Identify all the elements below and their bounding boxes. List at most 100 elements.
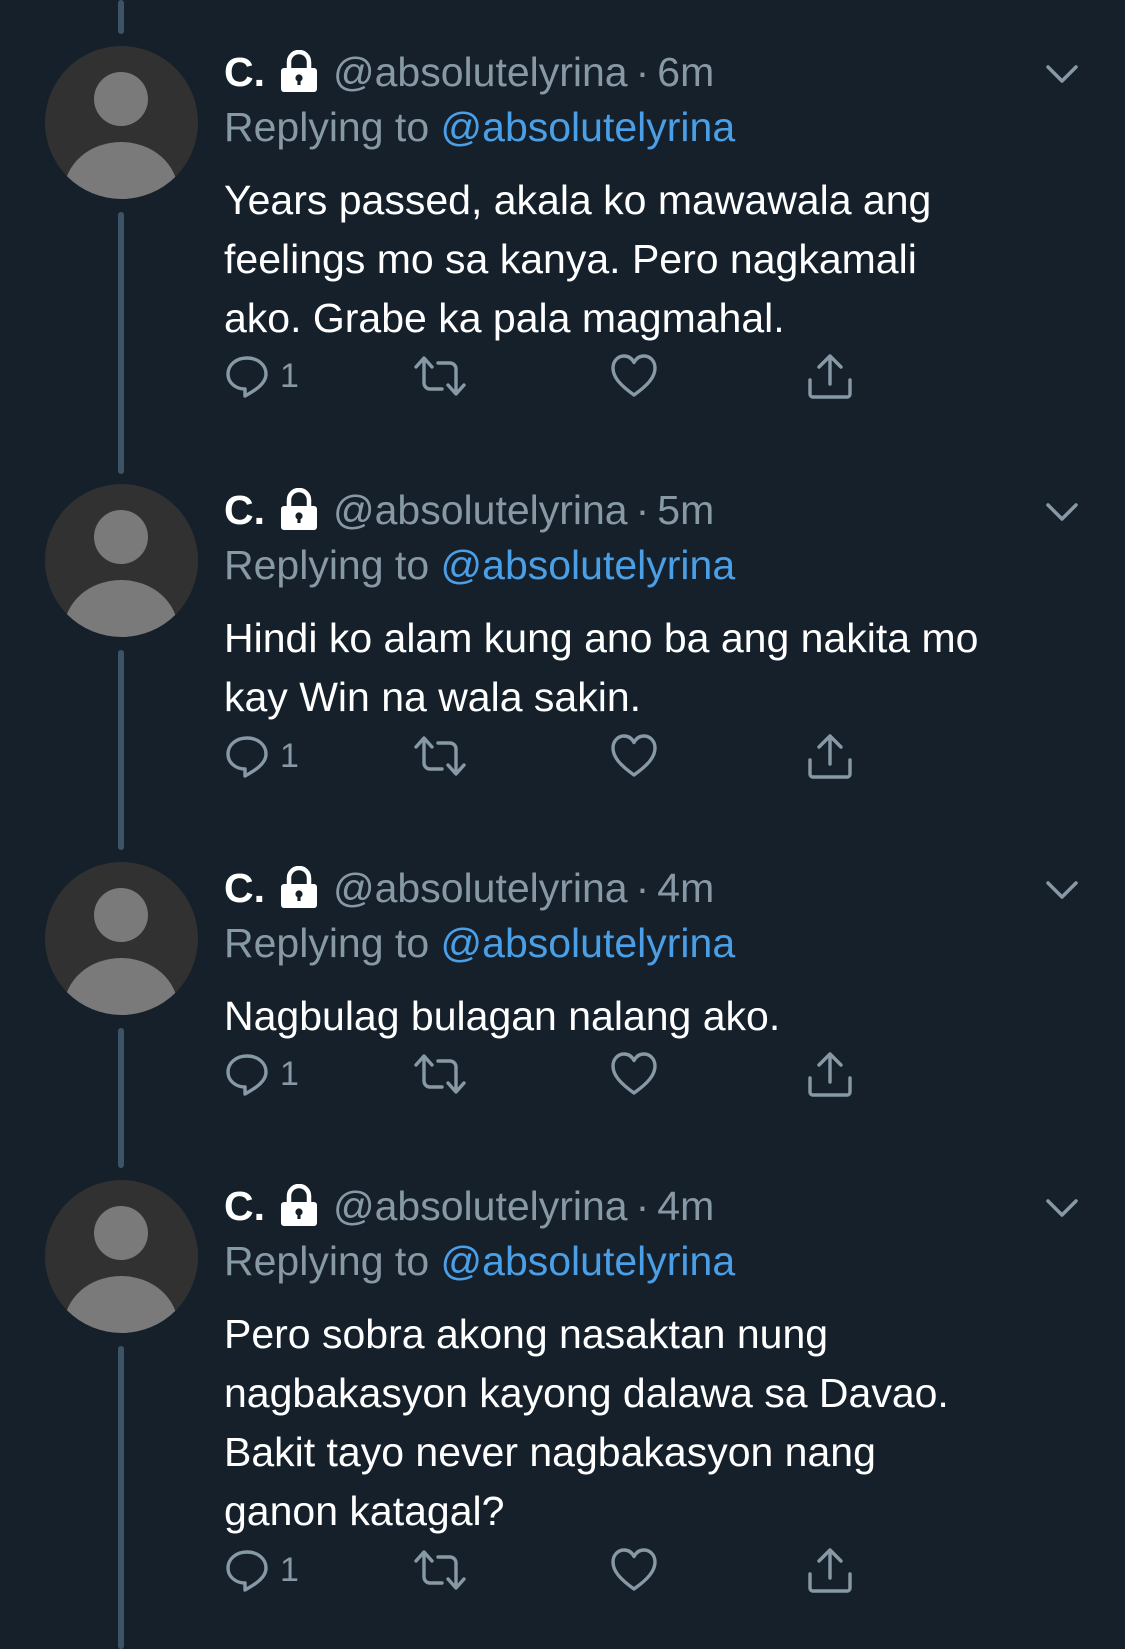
like-button[interactable]	[610, 346, 658, 406]
like-button[interactable]	[610, 1540, 658, 1600]
separator-dot: ·	[635, 1182, 650, 1229]
display-name[interactable]: C.	[224, 487, 265, 534]
replying-to-label: Replying to	[224, 1238, 441, 1284]
avatar[interactable]	[45, 1180, 198, 1333]
retweet-icon	[414, 736, 466, 776]
display-name[interactable]: C.	[224, 49, 265, 96]
display-name[interactable]: C.	[224, 1183, 265, 1230]
avatar-placeholder-body	[64, 580, 178, 637]
lock-icon	[279, 865, 319, 910]
share-button[interactable]	[806, 1044, 854, 1104]
tweet-header: C. @absolutelyrina · 4m	[224, 1180, 714, 1232]
tweet-actions: 1	[224, 1044, 924, 1104]
like-button[interactable]	[610, 726, 658, 786]
user-handle[interactable]: @absolutelyrina	[333, 487, 628, 534]
tweet-text: Pero sobra akong nasaktan nung nagbakasy…	[224, 1311, 949, 1534]
retweet-button[interactable]	[412, 1044, 468, 1104]
separator-dot: ·	[635, 48, 650, 95]
reply-button[interactable]: 1	[224, 726, 299, 786]
reply-count: 1	[280, 356, 299, 395]
mention-link[interactable]: @absolutelyrina	[441, 542, 736, 588]
chevron-down-icon[interactable]	[1040, 868, 1084, 912]
tweet-text: Years passed, akala ko mawawala ang feel…	[224, 177, 932, 341]
share-icon	[808, 1548, 852, 1593]
avatar-placeholder-body	[64, 142, 178, 199]
avatar[interactable]	[45, 46, 198, 199]
avatar-placeholder-head	[94, 510, 148, 564]
reply-button[interactable]: 1	[224, 1044, 299, 1104]
share-icon	[808, 1052, 852, 1097]
reply-icon	[226, 356, 268, 398]
user-handle[interactable]: @absolutelyrina	[333, 1183, 628, 1230]
lock-icon	[279, 49, 319, 94]
avatar-placeholder-body	[64, 1276, 178, 1333]
reply-count: 1	[280, 736, 299, 775]
retweet-button[interactable]	[412, 726, 468, 786]
heart-icon	[611, 734, 657, 777]
replying-to-line: Replying to @absolutelyrina	[224, 104, 735, 151]
reply-button[interactable]: 1	[224, 1540, 299, 1600]
tweet-actions: 1	[224, 726, 924, 786]
chevron-down-icon[interactable]	[1040, 1186, 1084, 1230]
replying-to-label: Replying to	[224, 542, 441, 588]
replying-to-line: Replying to @absolutelyrina	[224, 1238, 735, 1285]
share-button[interactable]	[806, 726, 854, 786]
separator-dot: ·	[635, 486, 650, 533]
reply-button[interactable]: 1	[224, 346, 299, 406]
display-name[interactable]: C.	[224, 865, 265, 912]
retweet-icon	[414, 1550, 466, 1590]
share-icon	[808, 354, 852, 399]
replying-to-line: Replying to @absolutelyrina	[224, 542, 735, 589]
timestamp[interactable]: 4m	[657, 865, 714, 912]
timestamp[interactable]: 4m	[657, 1183, 714, 1230]
tweet[interactable]: C. @absolutelyrina · 4m Replying to @abs…	[0, 862, 1125, 1152]
timestamp[interactable]: 6m	[657, 49, 714, 96]
tweet[interactable]: C. @absolutelyrina · 4m Replying to @abs…	[0, 1180, 1125, 1640]
user-handle[interactable]: @absolutelyrina	[333, 49, 628, 96]
avatar-placeholder-head	[94, 1206, 148, 1260]
user-handle[interactable]: @absolutelyrina	[333, 865, 628, 912]
tweet[interactable]: C. @absolutelyrina · 5m Replying to @abs…	[0, 484, 1125, 824]
replying-to-label: Replying to	[224, 920, 441, 966]
reply-count: 1	[280, 1054, 299, 1093]
retweet-icon	[414, 356, 466, 396]
share-icon	[808, 734, 852, 779]
avatar[interactable]	[45, 484, 198, 637]
timestamp[interactable]: 5m	[657, 487, 714, 534]
mention-link[interactable]: @absolutelyrina	[441, 1238, 736, 1284]
retweet-icon	[414, 1054, 466, 1094]
mention-link[interactable]: @absolutelyrina	[441, 104, 736, 150]
share-button[interactable]	[806, 346, 854, 406]
heart-icon	[611, 1052, 657, 1095]
replying-to-label: Replying to	[224, 104, 441, 150]
chevron-down-icon[interactable]	[1040, 490, 1084, 534]
tweet-text: Hindi ko alam kung ano ba ang nakita mo …	[224, 615, 979, 720]
tweet-text: Nagbulag bulagan nalang ako.	[224, 993, 781, 1039]
tweet-header: C. @absolutelyrina · 5m	[224, 484, 714, 536]
like-button[interactable]	[610, 1044, 658, 1104]
retweet-button[interactable]	[412, 1540, 468, 1600]
avatar-placeholder-head	[94, 888, 148, 942]
tweet-header: C. @absolutelyrina · 4m	[224, 862, 714, 914]
separator-dot: ·	[635, 864, 650, 911]
avatar[interactable]	[45, 862, 198, 1015]
tweet[interactable]: C. @absolutelyrina · 6m Replying to @abs…	[0, 46, 1125, 446]
reply-count: 1	[280, 1550, 299, 1589]
lock-icon	[279, 487, 319, 532]
avatar-placeholder-body	[64, 958, 178, 1015]
mention-link[interactable]: @absolutelyrina	[441, 920, 736, 966]
heart-icon	[611, 354, 657, 397]
avatar-placeholder-head	[94, 72, 148, 126]
reply-icon	[226, 1550, 268, 1592]
tweet-header: C. @absolutelyrina · 6m	[224, 46, 714, 98]
tweet-actions: 1	[224, 1540, 924, 1600]
replying-to-line: Replying to @absolutelyrina	[224, 920, 735, 967]
retweet-button[interactable]	[412, 346, 468, 406]
chevron-down-icon[interactable]	[1040, 52, 1084, 96]
share-button[interactable]	[806, 1540, 854, 1600]
reply-icon	[226, 1054, 268, 1096]
heart-icon	[611, 1548, 657, 1591]
lock-icon	[279, 1183, 319, 1228]
thread-line	[118, 0, 124, 34]
reply-icon	[226, 736, 268, 778]
